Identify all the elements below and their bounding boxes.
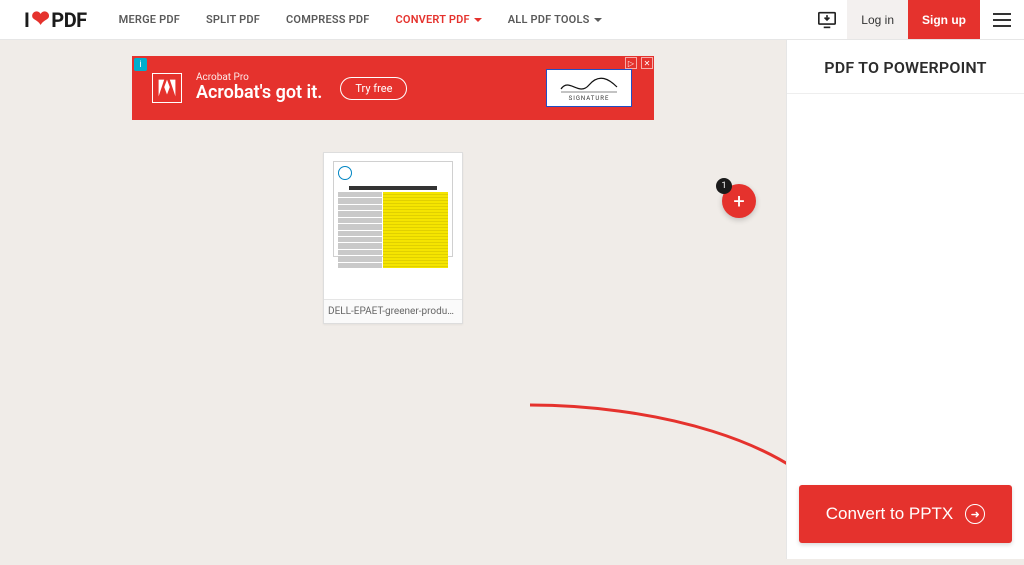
app-header: I ❤ PDF MERGE PDF SPLIT PDF COMPRESS PDF… (0, 0, 1024, 40)
ad-cta-button[interactable]: Try free (340, 77, 407, 100)
file-count-badge: 1 (716, 178, 732, 194)
main-area: i ▷✕ Acrobat Pro Acrobat's got it. Try f… (0, 40, 786, 559)
workspace: i ▷✕ Acrobat Pro Acrobat's got it. Try f… (0, 40, 1024, 559)
chevron-down-icon (594, 18, 602, 22)
nav-merge[interactable]: MERGE PDF (107, 13, 192, 26)
nav-convert[interactable]: CONVERT PDF (384, 13, 494, 26)
arrow-right-circle-icon: ➜ (965, 504, 985, 524)
ad-signature-label: SIGNATURE (569, 95, 610, 102)
hamburger-menu-icon[interactable] (980, 0, 1024, 39)
ad-signature-box: SIGNATURE (546, 69, 632, 107)
login-button[interactable]: Log in (847, 0, 908, 39)
adchoices-icon[interactable]: i (134, 58, 147, 71)
convert-button[interactable]: Convert to PPTX ➜ (799, 485, 1012, 543)
add-file-button[interactable]: + 1 (722, 184, 756, 218)
plus-icon: + (733, 189, 744, 213)
main-nav: MERGE PDF SPLIT PDF COMPRESS PDF CONVERT… (107, 13, 614, 26)
file-name-label: DELL-EPAET-greener-product. (324, 299, 462, 323)
dell-badge-icon (338, 166, 352, 180)
nav-all-tools[interactable]: ALL PDF TOOLS (496, 13, 614, 26)
brand-logo[interactable]: I ❤ PDF (0, 7, 107, 32)
convert-button-label: Convert to PPTX (826, 504, 954, 524)
nav-compress[interactable]: COMPRESS PDF (274, 13, 381, 26)
sidebar: PDF TO POWERPOINT Convert to PPTX ➜ (786, 40, 1024, 559)
heart-icon: ❤ (31, 7, 49, 32)
brand-post: PDF (51, 8, 86, 32)
ad-subtitle: Acrobat Pro (196, 72, 322, 84)
ad-close-icon[interactable]: ▷✕ (625, 57, 653, 69)
ad-banner[interactable]: i ▷✕ Acrobat Pro Acrobat's got it. Try f… (132, 56, 654, 120)
brand-pre: I (24, 8, 29, 32)
adobe-logo-icon (152, 73, 182, 103)
chevron-down-icon (474, 18, 482, 22)
download-desktop-icon[interactable] (807, 0, 847, 39)
ad-text: Acrobat Pro Acrobat's got it. (196, 72, 322, 104)
nav-split[interactable]: SPLIT PDF (194, 13, 272, 26)
sidebar-title: PDF TO POWERPOINT (787, 40, 1024, 94)
file-thumbnail (324, 153, 462, 299)
file-card[interactable]: DELL-EPAET-greener-product. (323, 152, 463, 324)
header-right: Log in Sign up (807, 0, 1024, 39)
signup-button[interactable]: Sign up (908, 0, 980, 39)
ad-headline: Acrobat's got it. (196, 83, 322, 104)
